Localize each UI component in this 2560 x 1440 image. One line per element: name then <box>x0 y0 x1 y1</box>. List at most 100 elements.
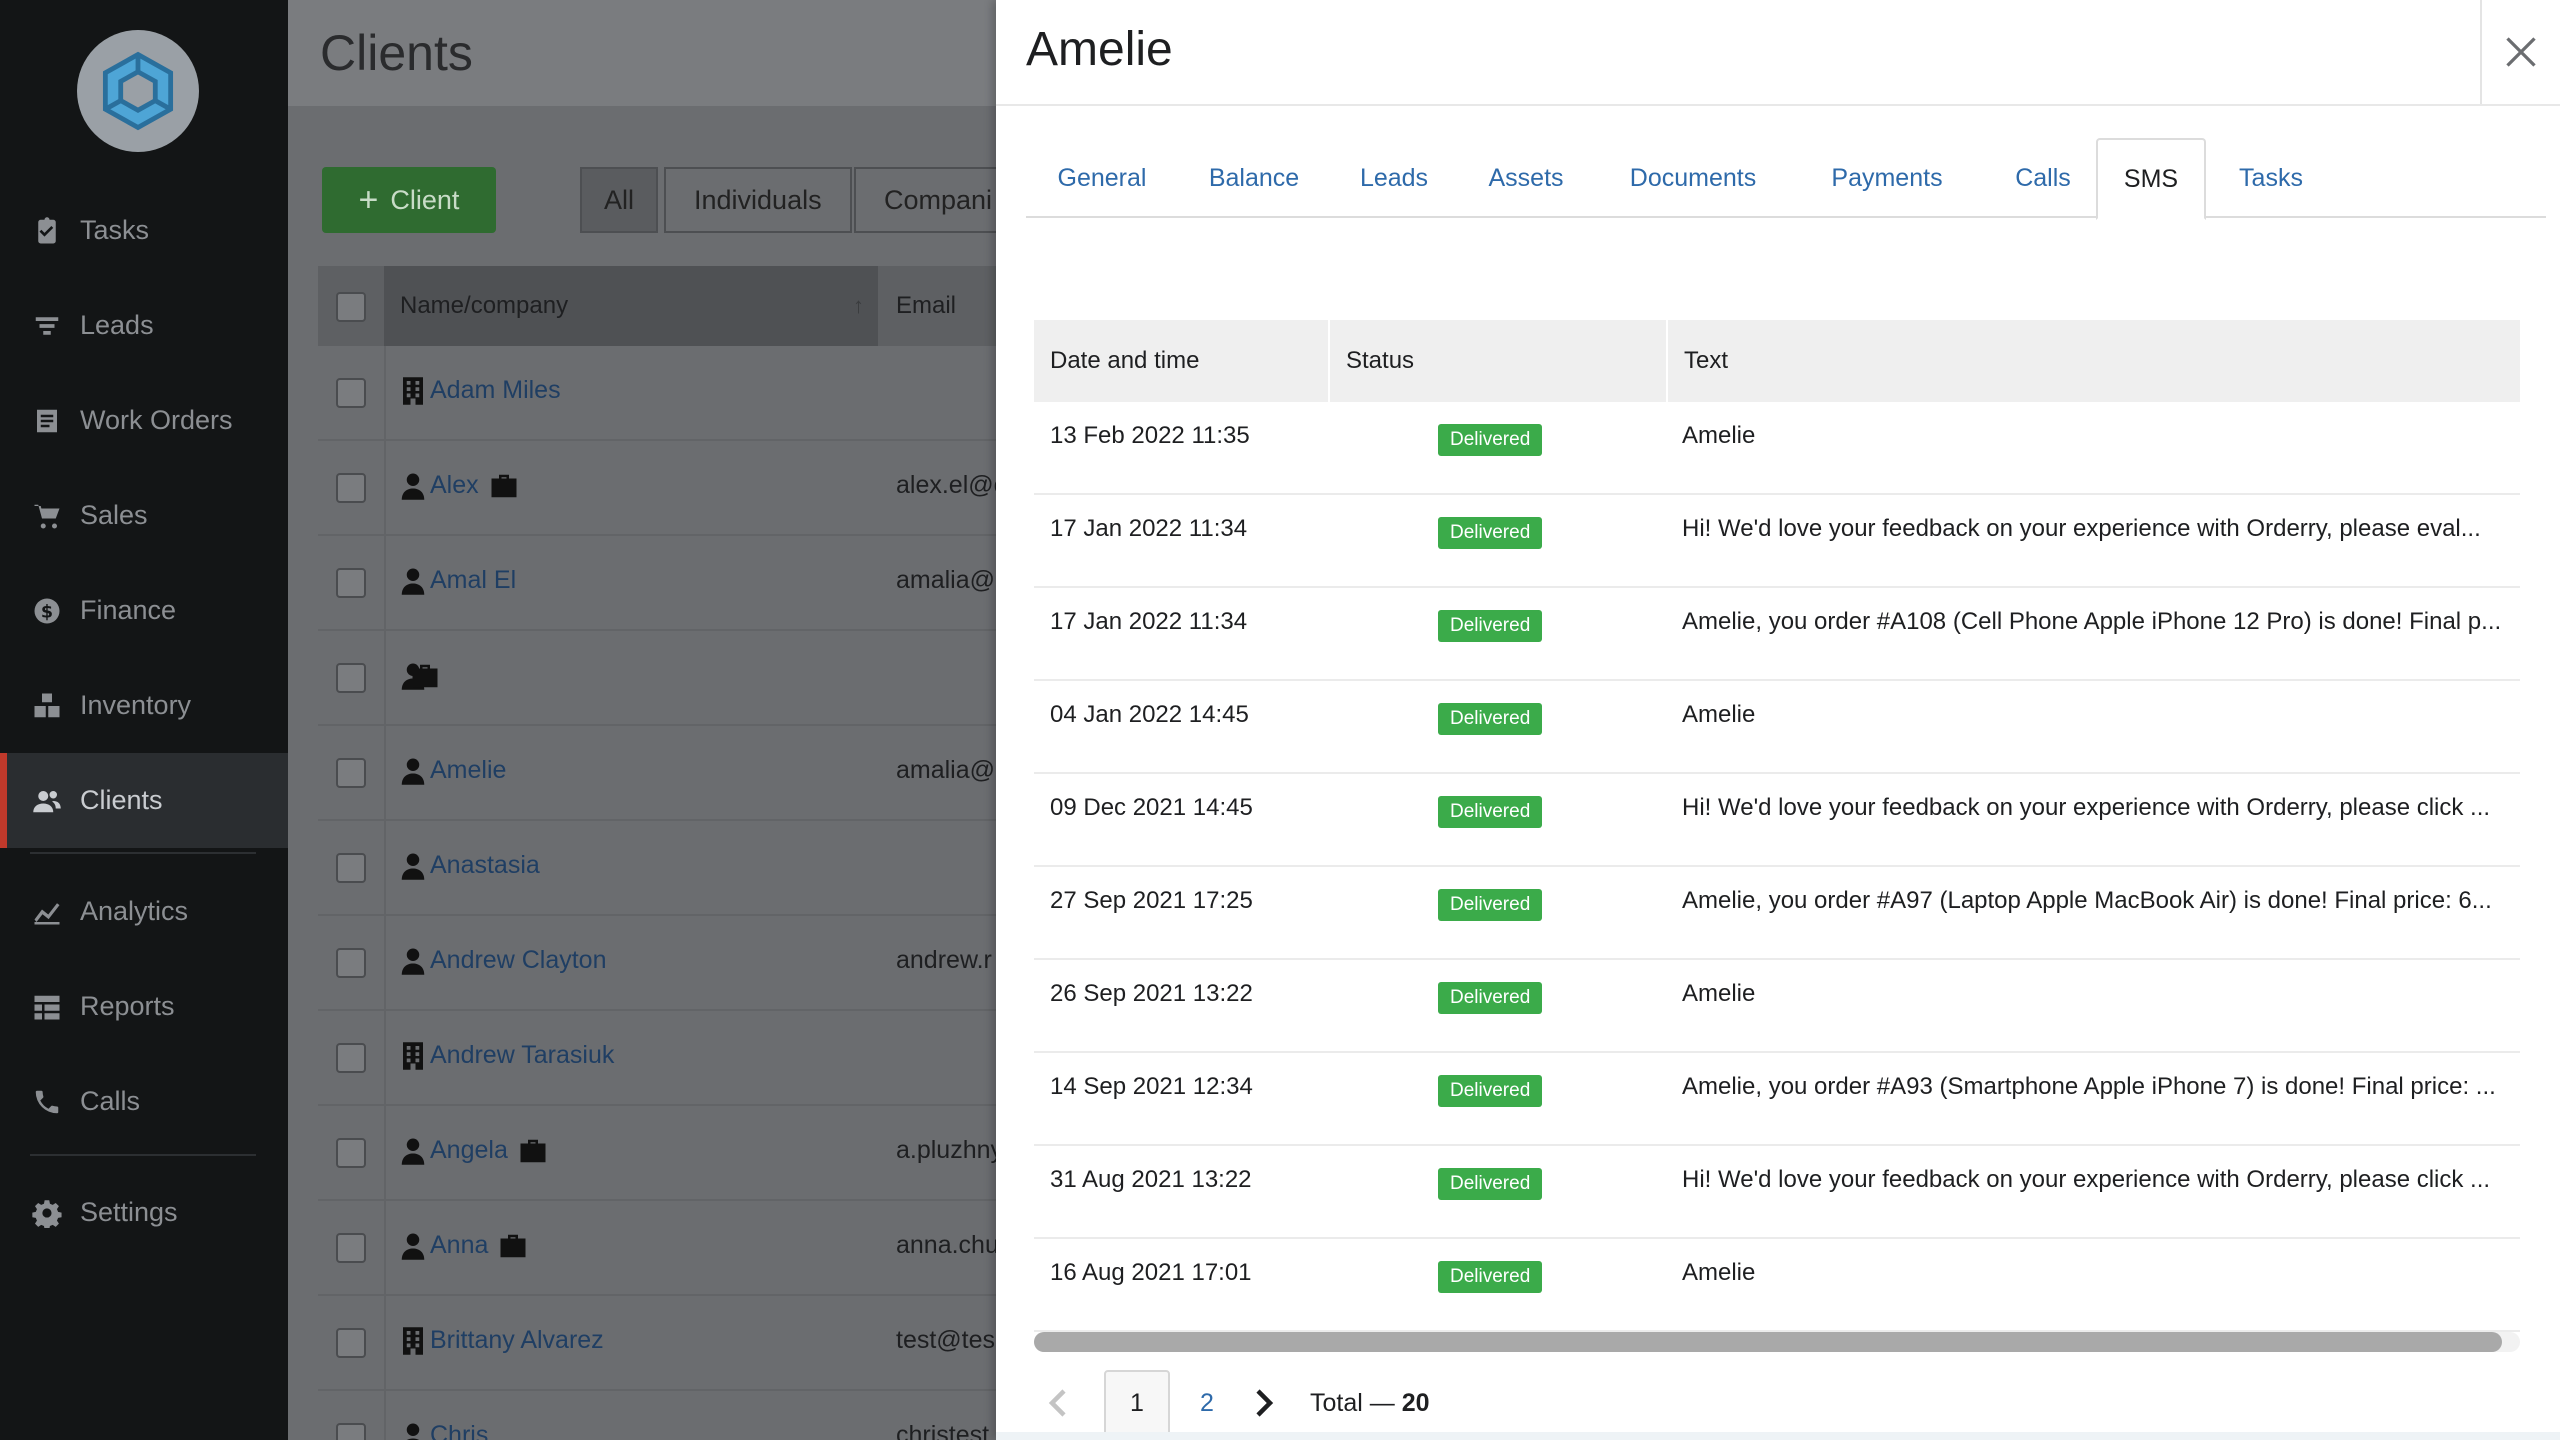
row-checkbox[interactable] <box>336 853 366 883</box>
column-date-time[interactable]: Date and time <box>1034 320 1328 402</box>
table-row[interactable]: Chris christest <box>318 1391 998 1440</box>
row-icons <box>398 1041 428 1076</box>
tab-assets[interactable]: Assets <box>1458 138 1594 218</box>
sms-row[interactable]: 31 Aug 2021 13:22 Delivered Hi! We'd love … <box>1034 1146 2520 1239</box>
client-name-link[interactable]: Amelie <box>430 756 506 785</box>
plus-icon: + <box>358 181 379 219</box>
table-row[interactable]: Andrew Tarasiuk <box>318 1011 998 1106</box>
row-checkbox[interactable] <box>336 1233 366 1263</box>
sidebar-item-label: Calls <box>80 1086 141 1116</box>
sidebar-item-inventory[interactable]: Inventory <box>0 658 288 753</box>
tab-balance[interactable]: Balance <box>1178 138 1330 218</box>
sidebar-item-settings[interactable]: Settings <box>0 1165 288 1260</box>
table-row[interactable]: Amelie amalia@c <box>318 726 998 821</box>
sms-row[interactable]: 17 Jan 2022 11:34 Delivered Amelie, you or… <box>1034 588 2520 681</box>
table-row[interactable]: Brittany Alvarez test@tes <box>318 1296 998 1391</box>
next-page-button[interactable] <box>1240 1370 1288 1436</box>
column-name-company[interactable]: Name/company ↑ <box>384 266 878 346</box>
select-all-checkbox[interactable] <box>336 292 366 322</box>
tab-tasks[interactable]: Tasks <box>2206 138 2336 218</box>
table-row[interactable]: Amal El amalia@c <box>318 536 998 631</box>
sidebar-item-tasks[interactable]: Tasks <box>0 183 288 278</box>
sidebar-item-sales[interactable]: Sales <box>0 468 288 563</box>
row-checkbox[interactable] <box>336 1043 366 1073</box>
boxes-icon <box>30 689 64 723</box>
client-name-link[interactable]: Andrew Clayton <box>430 946 606 975</box>
sidebar-item-reports[interactable]: Reports <box>0 959 288 1054</box>
row-checkbox[interactable] <box>336 378 366 408</box>
sidebar-item-clients[interactable]: Clients <box>0 753 288 848</box>
row-checkbox[interactable] <box>336 1328 366 1358</box>
sidebar-item-work-orders[interactable]: Work Orders <box>0 373 288 468</box>
column-text[interactable]: Text <box>1668 320 2520 402</box>
phone-icon <box>30 1085 64 1119</box>
sms-text: Amelie <box>1682 701 1756 728</box>
client-name-link[interactable]: Chris <box>430 1421 488 1440</box>
column-divider <box>384 1011 386 1106</box>
sms-row[interactable]: 13 Feb 2022 11:35 Delivered Amelie <box>1034 402 2520 495</box>
client-name-link[interactable]: Angela <box>430 1136 508 1165</box>
row-checkbox[interactable] <box>336 663 366 693</box>
sidebar-item-finance[interactable]: $ Finance <box>0 563 288 658</box>
row-checkbox[interactable] <box>336 1138 366 1168</box>
client-name-link[interactable]: Amal El <box>430 566 516 595</box>
filter-individuals[interactable]: Individuals <box>664 167 852 233</box>
filter-all[interactable]: All <box>580 167 659 233</box>
client-name-link[interactable]: Anastasia <box>430 851 540 880</box>
row-checkbox[interactable] <box>336 473 366 503</box>
row-icons <box>398 946 428 981</box>
column-status[interactable]: Status <box>1330 320 1666 402</box>
tab-leads[interactable]: Leads <box>1330 138 1458 218</box>
row-checkbox[interactable] <box>336 758 366 788</box>
sms-row[interactable]: 16 Aug 2021 17:01 Delivered Amelie <box>1034 1239 2520 1332</box>
tab-documents[interactable]: Documents <box>1594 138 1792 218</box>
sms-row[interactable]: 26 Sep 2021 13:22 Delivered Amelie <box>1034 960 2520 1053</box>
row-checkbox[interactable] <box>336 568 366 598</box>
table-row[interactable]: Alex alex.el@c <box>318 441 998 536</box>
table-row[interactable] <box>318 631 998 726</box>
client-name-link[interactable]: Brittany Alvarez <box>430 1326 604 1355</box>
client-name-link[interactable]: Anna <box>430 1231 488 1260</box>
client-name-link[interactable]: Adam Miles <box>430 376 561 405</box>
sms-row[interactable]: 17 Jan 2022 11:34 Delivered Hi! We'd love … <box>1034 495 2520 588</box>
sms-text: Hi! We'd love your feedback on your expe… <box>1682 515 2481 542</box>
page-2-button[interactable]: 2 <box>1174 1370 1240 1436</box>
sms-row[interactable]: 27 Sep 2021 17:25 Delivered Amelie, you or… <box>1034 867 2520 960</box>
horizontal-scrollbar[interactable] <box>1034 1332 2520 1352</box>
add-client-button[interactable]: + Client <box>322 167 496 233</box>
status-badge: Delivered <box>1438 982 1543 1014</box>
sidebar-item-label: Inventory <box>80 690 192 720</box>
row-checkbox[interactable] <box>336 948 366 978</box>
tab-general[interactable]: General <box>1026 138 1178 218</box>
filter-companies[interactable]: Compani <box>854 167 998 233</box>
row-checkbox[interactable] <box>336 1423 366 1440</box>
table-row[interactable]: Anna anna.chu <box>318 1201 998 1296</box>
tab-calls[interactable]: Calls <box>1982 138 2104 218</box>
client-name-link[interactable]: Alex <box>430 471 479 500</box>
sms-row[interactable]: 14 Sep 2021 12:34 Delivered Amelie, you or… <box>1034 1053 2520 1146</box>
table-row[interactable]: Adam Miles <box>318 346 998 441</box>
table-row[interactable]: Andrew Clayton andrew.r <box>318 916 998 1011</box>
sidebar-item-calls[interactable]: Calls <box>0 1054 288 1149</box>
sms-date: 14 Sep 2021 12:34 <box>1050 1073 1253 1100</box>
tab-sms[interactable]: SMS <box>2096 138 2206 220</box>
column-email[interactable]: Email <box>896 266 956 346</box>
cube-logo-icon[interactable] <box>77 30 199 152</box>
person-icon <box>398 851 428 886</box>
sidebar-item-leads[interactable]: Leads <box>0 278 288 373</box>
table-row[interactable]: Angela a.pluzhny <box>318 1106 998 1201</box>
column-divider <box>384 916 386 1011</box>
status-badge: Delivered <box>1438 424 1543 456</box>
sms-row[interactable]: 04 Jan 2022 14:45 Delivered Amelie <box>1034 681 2520 774</box>
sms-row[interactable]: 09 Dec 2021 14:45 Delivered Hi! We'd love … <box>1034 774 2520 867</box>
prev-page-button[interactable] <box>1034 1370 1082 1436</box>
client-name-link[interactable]: Andrew Tarasiuk <box>430 1041 614 1070</box>
sidebar-item-analytics[interactable]: Analytics <box>0 864 288 959</box>
scrollbar-thumb[interactable] <box>1034 1332 2502 1352</box>
building-icon <box>398 376 428 411</box>
close-button[interactable] <box>2480 0 2560 104</box>
page-1-button[interactable]: 1 <box>1104 1370 1170 1436</box>
table-row[interactable]: Anastasia <box>318 821 998 916</box>
tab-payments[interactable]: Payments <box>1792 138 1982 218</box>
chart-icon <box>30 895 64 929</box>
